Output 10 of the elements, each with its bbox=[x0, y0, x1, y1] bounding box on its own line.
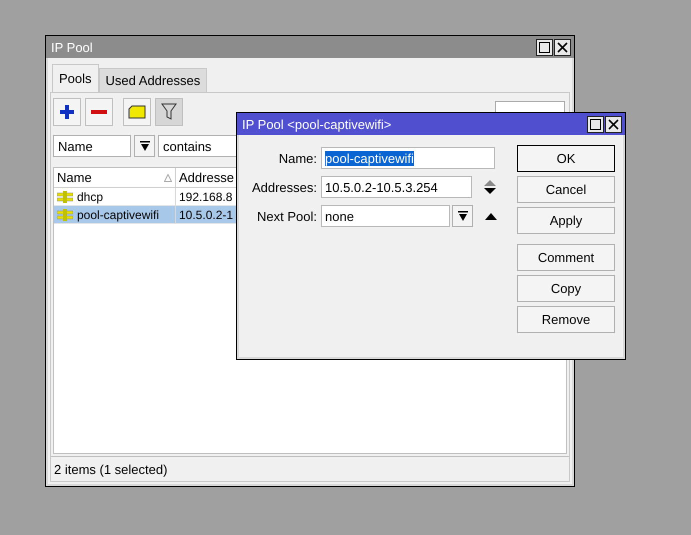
table-cell: pool-captivewifi bbox=[77, 208, 160, 222]
field-label: Name: bbox=[278, 150, 317, 166]
table-cell: 192.168.8 bbox=[179, 190, 232, 204]
status-text: 2 items (1 selected) bbox=[54, 462, 168, 476]
field-label: Next Pool: bbox=[256, 208, 317, 224]
table-cell: 10.5.0.2-1 bbox=[179, 208, 234, 222]
table-cell: dhcp bbox=[77, 190, 104, 204]
window-title: IP Pool bbox=[51, 40, 93, 54]
field-label: Addresses: bbox=[250, 180, 317, 194]
dialog-title: IP Pool <pool-captivewifi> bbox=[242, 116, 392, 132]
